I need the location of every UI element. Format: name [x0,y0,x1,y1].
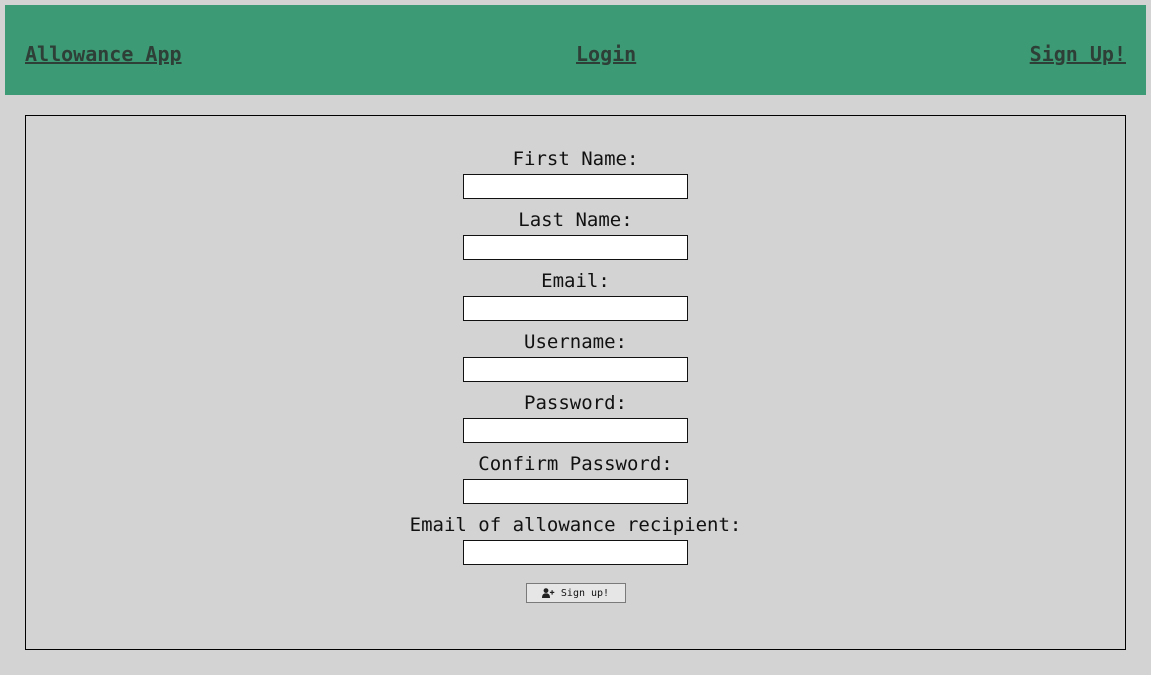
last-name-input[interactable] [463,235,688,260]
nav-login-link[interactable]: Login [576,43,636,65]
username-input[interactable] [463,357,688,382]
nav-signup-link[interactable]: Sign Up! [1030,43,1126,65]
nav-brand-link[interactable]: Allowance App [25,43,182,65]
confirm-password-label: Confirm Password: [478,453,673,475]
first-name-input[interactable] [463,174,688,199]
recipient-email-input[interactable] [463,540,688,565]
signup-submit-label: Sign up! [560,587,610,599]
password-input[interactable] [463,418,688,443]
email-input[interactable] [463,296,688,321]
signup-form: First Name: Last Name: Email: Username: … [26,148,1125,603]
top-navbar: Allowance App Login Sign Up! [5,5,1146,95]
email-label: Email: [541,270,610,292]
username-label: Username: [524,331,627,353]
recipient-email-label: Email of allowance recipient: [409,514,742,536]
first-name-label: First Name: [512,148,639,170]
last-name-label: Last Name: [518,209,633,231]
user-plus-icon [541,588,555,598]
signup-submit-button[interactable]: Sign up! [525,583,626,603]
password-label: Password: [524,392,627,414]
confirm-password-input[interactable] [463,479,688,504]
signup-panel: First Name: Last Name: Email: Username: … [25,115,1126,650]
